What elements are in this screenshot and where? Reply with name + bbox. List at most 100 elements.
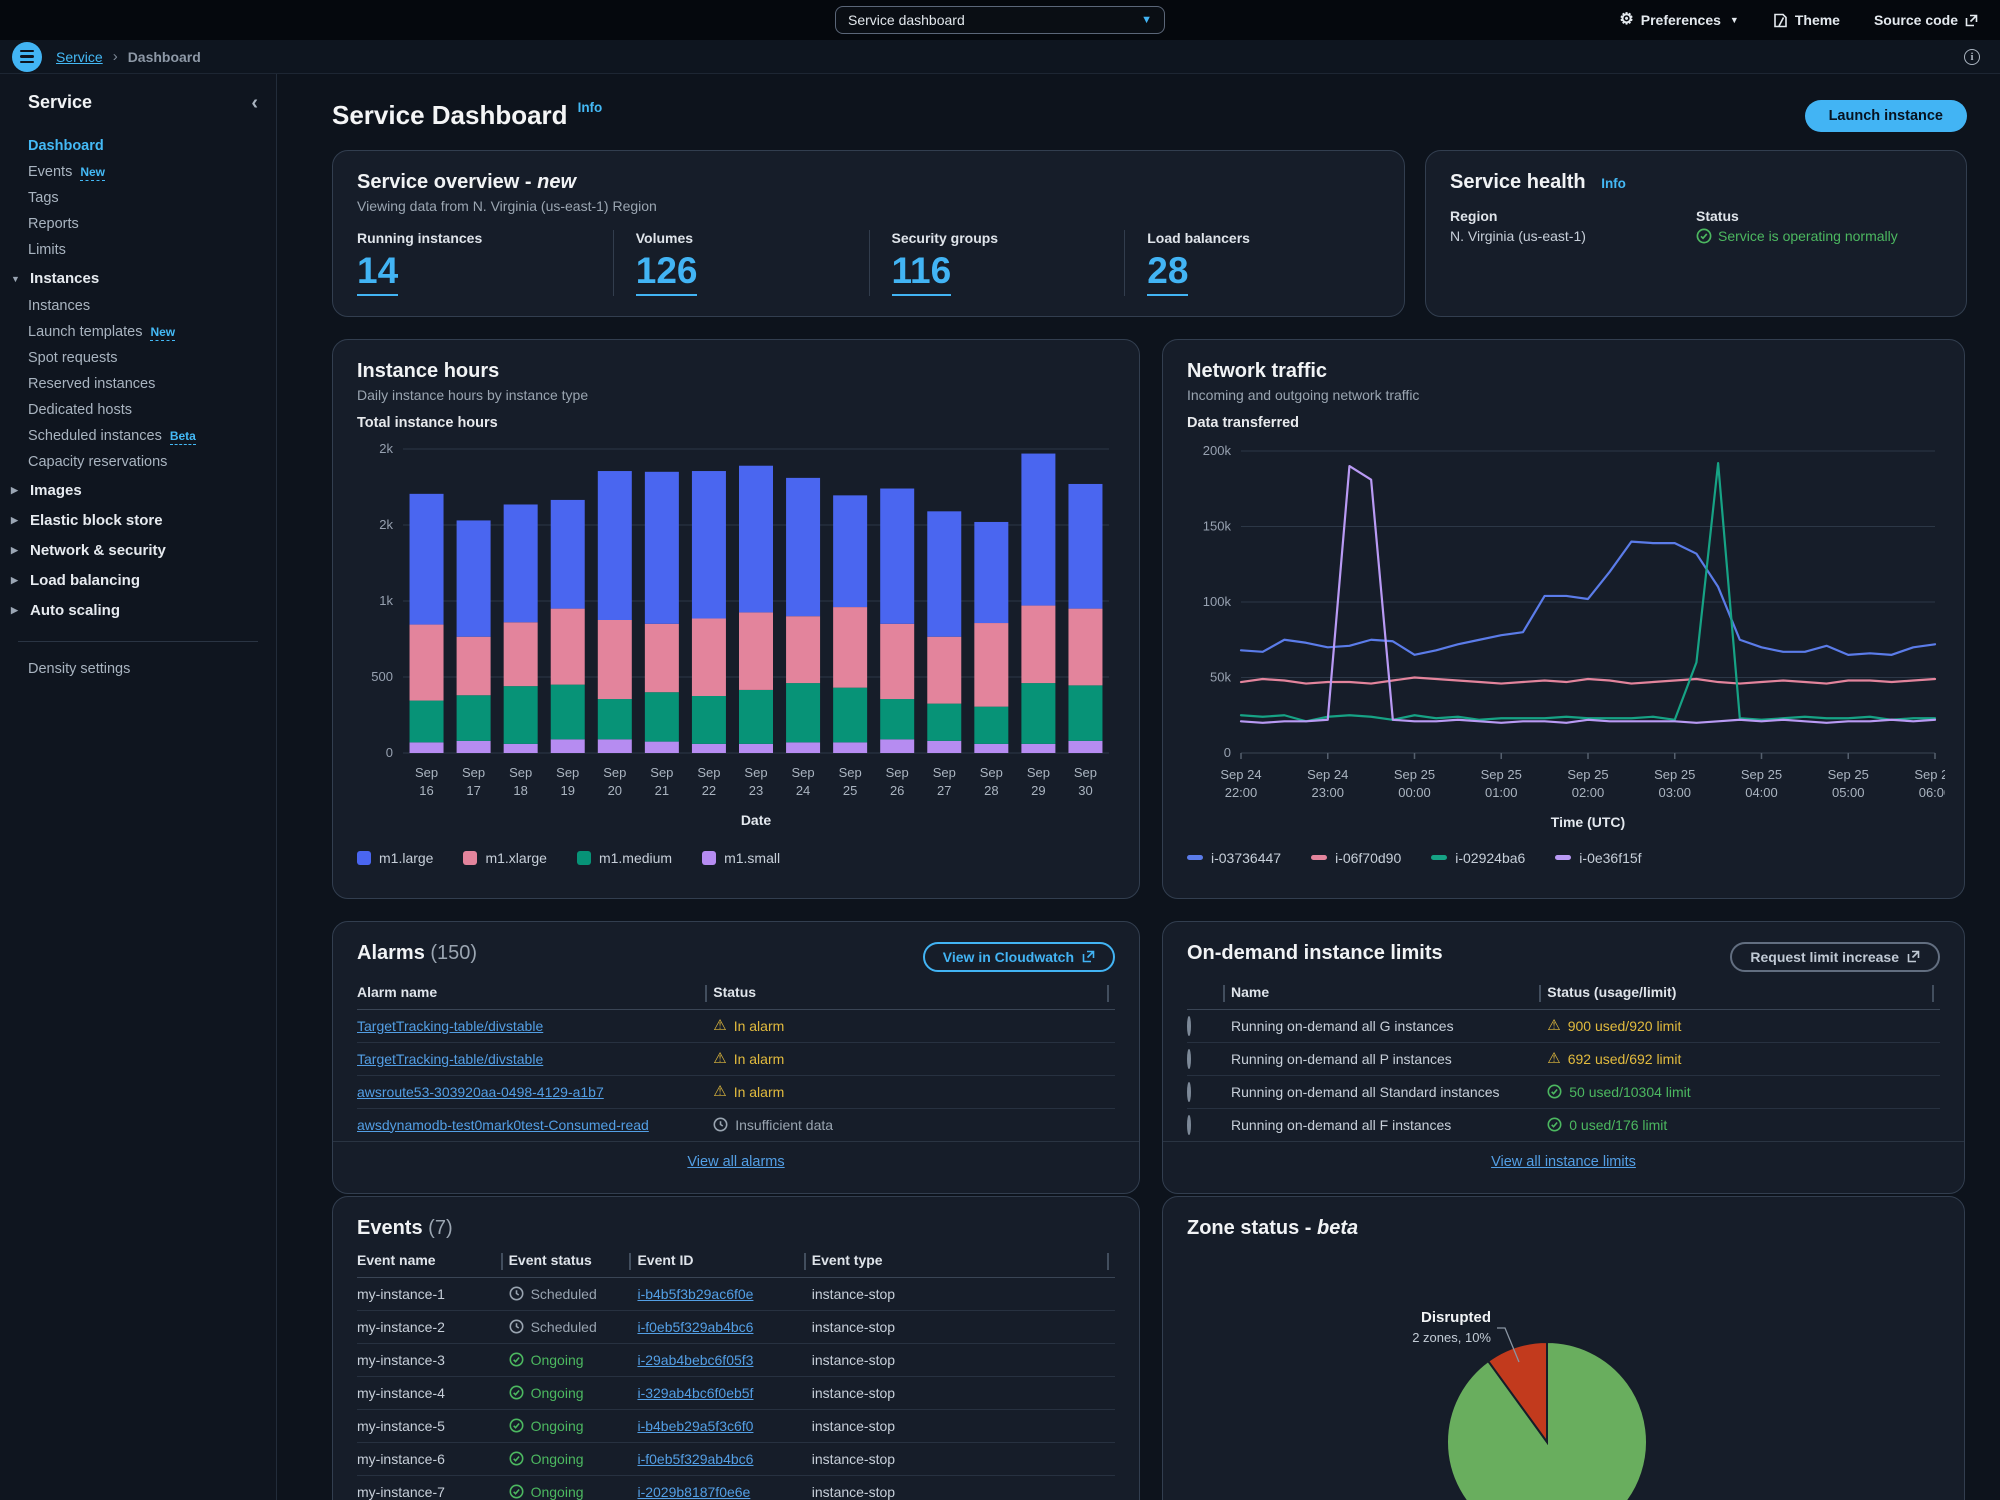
event-id-link[interactable]: i-b4b5f3b29ac6f0e	[637, 1286, 753, 1302]
bar-segment[interactable]	[974, 706, 1008, 743]
bar-segment[interactable]	[551, 739, 585, 753]
legend-item[interactable]: i-03736447	[1187, 850, 1281, 866]
bar-segment[interactable]	[1068, 685, 1102, 740]
bar-segment[interactable]	[927, 636, 961, 703]
sidebar-item-dedicated-hosts[interactable]: Dedicated hosts	[0, 397, 276, 423]
stat-value-link[interactable]: 28	[1147, 250, 1188, 296]
sidebar-item-reports[interactable]: Reports	[0, 211, 276, 237]
stat-value-link[interactable]: 14	[357, 250, 398, 296]
legend-item[interactable]: m1.xlarge	[463, 850, 546, 866]
bar-segment[interactable]	[739, 612, 773, 690]
bar-segment[interactable]	[645, 741, 679, 752]
sidebar-item-events[interactable]: EventsNew	[0, 159, 276, 185]
sidebar-section-network-security[interactable]: ▶Network & security	[0, 535, 276, 565]
alarm-name-link[interactable]: awsroute53-303920aa-0498-4129-a1b7	[357, 1084, 604, 1100]
event-id-link[interactable]: i-b4beb29a5f3c6f0	[637, 1418, 753, 1434]
bar-segment[interactable]	[833, 607, 867, 688]
sidebar-item-limits[interactable]: Limits	[0, 237, 276, 263]
bar-segment[interactable]	[504, 504, 538, 622]
source-code-link[interactable]: Source code	[1874, 12, 1978, 28]
alarm-name-link[interactable]: TargetTracking-table/divstable	[357, 1018, 543, 1034]
bar-segment[interactable]	[833, 742, 867, 753]
sidebar-section-elastic-block-store[interactable]: ▶Elastic block store	[0, 505, 276, 535]
radio-button[interactable]	[1187, 1049, 1191, 1069]
bar-segment[interactable]	[1021, 605, 1055, 683]
bar-segment[interactable]	[786, 742, 820, 753]
alarm-name-link[interactable]: TargetTracking-table/divstable	[357, 1051, 543, 1067]
view-all-alarms-link[interactable]: View all alarms	[687, 1154, 784, 1170]
sidebar-item-launch-templates[interactable]: Launch templatesNew	[0, 319, 276, 345]
stat-value-link[interactable]: 116	[892, 250, 952, 296]
bar-segment[interactable]	[692, 618, 726, 696]
bar-segment[interactable]	[927, 511, 961, 636]
column-header[interactable]: Event ID	[637, 1252, 811, 1268]
column-header[interactable]: Alarm name	[357, 984, 713, 1000]
sidebar-item-reserved-instances[interactable]: Reserved instances	[0, 371, 276, 397]
bar-segment[interactable]	[1021, 743, 1055, 752]
bar-segment[interactable]	[1021, 453, 1055, 605]
bar-segment[interactable]	[833, 687, 867, 742]
sidebar-item-dashboard[interactable]: Dashboard	[0, 133, 276, 159]
column-header[interactable]: Event type	[812, 1252, 1115, 1268]
bar-segment[interactable]	[692, 743, 726, 752]
bar-segment[interactable]	[551, 684, 585, 739]
bar-segment[interactable]	[598, 699, 632, 739]
bar-segment[interactable]	[457, 695, 491, 741]
sidebar-item-spot-requests[interactable]: Spot requests	[0, 345, 276, 371]
menu-toggle-button[interactable]	[12, 42, 42, 72]
legend-item[interactable]: i-0e36f15f	[1555, 850, 1641, 866]
theme-button[interactable]: Theme	[1773, 12, 1840, 28]
bar-segment[interactable]	[598, 471, 632, 620]
request-limit-increase-button[interactable]: Request limit increase	[1730, 942, 1940, 972]
bar-segment[interactable]	[927, 703, 961, 740]
sidebar-section-images[interactable]: ▶Images	[0, 475, 276, 505]
bar-segment[interactable]	[598, 739, 632, 753]
bar-segment[interactable]	[457, 740, 491, 752]
bar-segment[interactable]	[927, 740, 961, 752]
bar-segment[interactable]	[410, 624, 444, 700]
radio-button[interactable]	[1187, 1115, 1191, 1135]
sidebar-item-tags[interactable]: Tags	[0, 185, 276, 211]
bar-segment[interactable]	[786, 477, 820, 615]
bar-segment[interactable]	[692, 471, 726, 618]
legend-item[interactable]: i-06f70d90	[1311, 850, 1401, 866]
bar-segment[interactable]	[974, 743, 1008, 752]
dashboard-select[interactable]: Service dashboard ▼	[835, 6, 1165, 34]
bar-segment[interactable]	[410, 493, 444, 624]
bar-segment[interactable]	[551, 608, 585, 684]
badge-beta[interactable]: Beta	[170, 429, 196, 445]
bar-segment[interactable]	[739, 743, 773, 752]
bar-segment[interactable]	[880, 623, 914, 698]
column-header[interactable]: Status	[713, 984, 1115, 1000]
bar-segment[interactable]	[598, 620, 632, 699]
sidebar-collapse-button[interactable]: ‹	[251, 93, 258, 113]
sidebar-section-load-balancing[interactable]: ▶Load balancing	[0, 565, 276, 595]
legend-item[interactable]: i-02924ba6	[1431, 850, 1525, 866]
sidebar-section-auto-scaling[interactable]: ▶Auto scaling	[0, 595, 276, 625]
bar-segment[interactable]	[504, 743, 538, 752]
event-id-link[interactable]: i-f0eb5f329ab4bc6	[637, 1319, 753, 1335]
bar-segment[interactable]	[1068, 608, 1102, 685]
page-info-button[interactable]: i	[1964, 49, 1980, 65]
breadcrumb-service-link[interactable]: Service	[56, 49, 103, 65]
radio-button[interactable]	[1187, 1082, 1191, 1102]
badge-new[interactable]: New	[150, 325, 175, 341]
sidebar-section-instances[interactable]: ▼Instances	[0, 263, 276, 293]
view-all-instance-limits-link[interactable]: View all instance limits	[1491, 1154, 1636, 1170]
view-in-cloudwatch-button[interactable]: View in Cloudwatch	[923, 942, 1115, 972]
sidebar-item-instances[interactable]: Instances	[0, 293, 276, 319]
bar-segment[interactable]	[880, 739, 914, 753]
bar-segment[interactable]	[457, 636, 491, 695]
bar-segment[interactable]	[1021, 683, 1055, 744]
stat-value-link[interactable]: 126	[636, 250, 698, 296]
launch-instance-button[interactable]: Launch instance	[1805, 100, 1967, 132]
bar-segment[interactable]	[551, 499, 585, 608]
bar-segment[interactable]	[645, 623, 679, 691]
bar-segment[interactable]	[880, 699, 914, 739]
bar-segment[interactable]	[1068, 484, 1102, 609]
bar-segment[interactable]	[739, 465, 773, 612]
event-id-link[interactable]: i-29ab4bebc6f05f3	[637, 1352, 753, 1368]
preferences-menu[interactable]: ⚙ Preferences ▼	[1619, 12, 1738, 28]
bar-segment[interactable]	[974, 623, 1008, 707]
event-id-link[interactable]: i-329ab4bc6f0eb5f	[637, 1385, 753, 1401]
